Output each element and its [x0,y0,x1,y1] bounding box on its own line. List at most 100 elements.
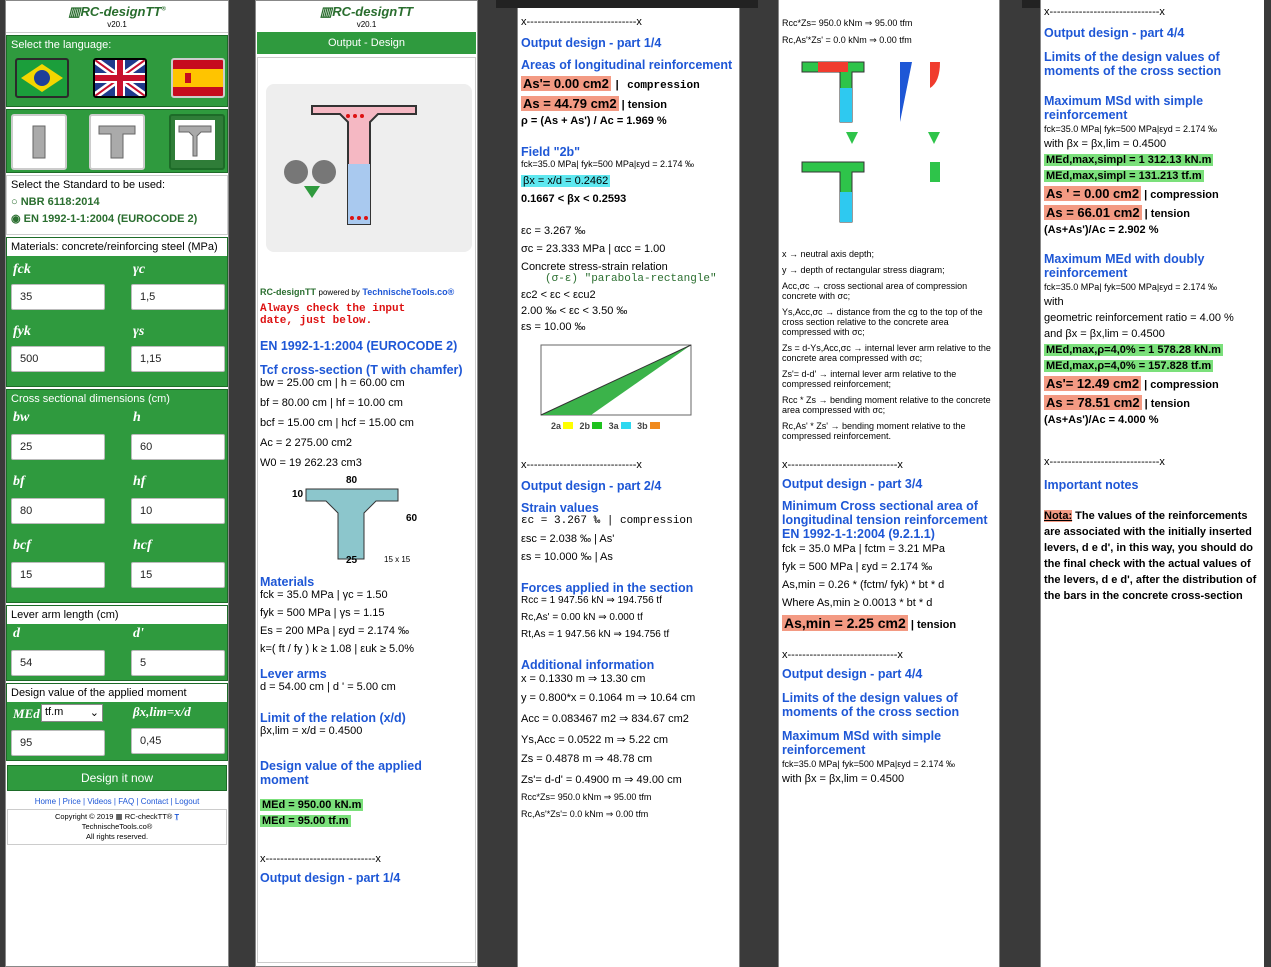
flag-brazil[interactable] [15,58,69,98]
simple-as-tens-label: | tension [1144,208,1190,220]
link-contact[interactable]: Contact [141,797,169,806]
med-input[interactable]: 95 [11,730,105,756]
stress-diagram [801,61,940,223]
lever-title: Lever arm length (cm) [7,606,227,624]
med-unit-select[interactable]: tf.m ⌄ [41,704,103,722]
design-button[interactable]: Design it now [7,765,227,791]
asmin-label: | tension [910,619,957,631]
lever-heading: Lever arms [260,667,327,681]
app-logo-icon-2: ▥ [319,4,333,19]
additional-heading: Additional information [521,658,655,672]
legend-2a: 2a [551,421,562,431]
bcf-input[interactable]: 15 [11,562,105,588]
checktt-name: RC-checkTT® [124,812,173,821]
flag-uk[interactable] [93,58,147,98]
section-t-button[interactable] [89,114,145,170]
tt-logo-icon: Ṯ [174,812,180,821]
language-label: Select the language: [11,39,112,51]
d-label: d [13,626,20,641]
link-price[interactable]: Price [63,797,81,806]
hcf-label: hcf [133,538,152,553]
separator: x------------------------------x [782,649,903,661]
med-tf-value: MEd = 95.00 tf.m [260,815,351,827]
output-column-1: ▥RC-designTT v20.1 Output - Design RC-de… [255,0,478,967]
bx-input[interactable]: 0,45 [131,728,225,754]
doubly-as-comp: As'= 12.49 cm2 [1044,376,1142,391]
separator: x------------------------------x [521,16,642,28]
flag-spain[interactable] [171,58,225,98]
standard-heading: EN 1992-1-1:2004 (EUROCODE 2) [260,339,458,353]
materials-panel: Materials: concrete/reinforcing steel (M… [6,237,228,387]
app-name-2: RC-designTT [332,4,414,19]
dp-input[interactable]: 5 [131,650,225,676]
standard-option-en[interactable]: ◉ EN 1992-1-1:2004 (EUROCODE 2) [7,210,227,227]
chevron-down-icon: ⌄ [89,707,99,719]
gc-label: γc [133,262,146,277]
min-line-4: Where As,min ≥ 0.0013 * bt * d [782,597,933,609]
med-max-rho-kn: MEd,max,ρ=4,0% = 1 578.28 kN.m [1044,344,1223,356]
standard-option-nbr[interactable]: ○ NBR 6118:2014 [7,194,227,210]
dims-line-3: bcf = 15.00 cm | hcf = 15.00 cm [260,417,414,429]
h-label: h [133,410,141,425]
dp-label: d' [133,626,144,641]
gs-label: γs [133,324,145,339]
w0-line: W0 = 19 262.23 cm3 [260,457,362,469]
fig-left-dim: 10 [292,489,304,500]
bf-input[interactable]: 80 [11,498,105,524]
hf-input[interactable]: 10 [131,498,225,524]
nota-text: The values of the reinforcements are ass… [1044,510,1257,602]
bx-label: βx,lim=x/d [133,704,191,719]
dimensions-title: Cross sectional dimensions (cm) [11,393,170,405]
link-videos[interactable]: Videos [87,797,111,806]
bcf-label: bcf [13,538,31,553]
fyk-input[interactable]: 500 [11,346,105,372]
legend-3b: 3b [637,421,648,431]
gc-input[interactable]: 1,5 [131,284,225,310]
fck-input[interactable]: 35 [11,284,105,310]
add-2: y = 0.800*x = 0.1064 m ⇒ 10.64 cm [521,692,696,704]
output-design-button[interactable]: Output - Design [257,32,476,54]
app-version: v20.1 [107,20,127,29]
copyright-box: Copyright © 2019 ▦ RC-checkTT® Ṯ Technis… [7,809,227,845]
section-rect-button[interactable] [11,114,67,170]
hf-label: hf [133,474,146,489]
note-y: y → depth of rectangular stress diagram; [782,265,945,275]
note-zs: Zs = d-Ys,Acc,σc → internal lever arm re… [782,343,991,363]
powered-app: RC-designTT [260,287,316,297]
top-bar-left [496,0,758,8]
gs-input[interactable]: 1,15 [131,346,225,372]
min-line-1: fck = 35.0 MPa | fctm = 3.21 MPa [782,543,946,555]
force-3: Rt,As = 1 947.56 kN ⇒ 194.756 tf [521,629,670,640]
ecr2-line: 2.00 ‰ < εc < 3.50 ‰ [521,305,628,317]
standard-en-label: EN 1992-1-1:2004 (EUROCODE 2) [23,213,198,225]
tm: ® [161,6,166,13]
hcf-input[interactable]: 15 [131,562,225,588]
h-input[interactable]: 60 [131,434,225,460]
nota-label: Nota: [1044,510,1073,522]
as-comp-label: | compression [613,80,700,92]
section-tcf-button[interactable] [169,114,225,170]
csr-line: Concrete stress-strain relation [521,261,668,273]
strain-1: εc = 3.267 ‰ | compression [521,515,693,527]
max-simple-heading: Maximum MSd with simple reinforcement [1044,94,1204,122]
separator: x------------------------------x [782,459,903,471]
add-5: Zs = 0.4878 m ⇒ 48.78 cm [521,753,653,765]
pr-line: (σ-ε) "parabola-rectangle" [545,273,717,285]
d-input[interactable]: 54 [11,650,105,676]
link-logout[interactable]: Logout [175,797,199,806]
moment-line-1: Rcc*Zs= 950.0 kNm ⇒ 95.00 tfm [782,18,913,28]
app-logo-icon: ▥ [68,4,81,19]
as-tens-label: | tension [621,99,667,111]
part1-heading: Output design - part 1/4 [260,871,401,885]
limit-line: βx,lim = x/d = 0.4500 [260,725,363,737]
bw-label: bw [13,410,30,425]
bw-input[interactable]: 25 [11,434,105,460]
section-type-panel [6,109,228,173]
areas-heading: Areas of longitudinal reinforcement [521,58,733,72]
link-home[interactable]: Home [35,797,56,806]
asmin-value: As,min = 2.25 cm2 [782,615,908,631]
mat-line-3: Es = 200 MPa | εyd = 2.174 ‰ [260,625,410,637]
notes-heading: Important notes [1044,478,1139,492]
link-faq[interactable]: FAQ [118,797,134,806]
es-line: εs = 10.00 ‰ [521,321,586,333]
